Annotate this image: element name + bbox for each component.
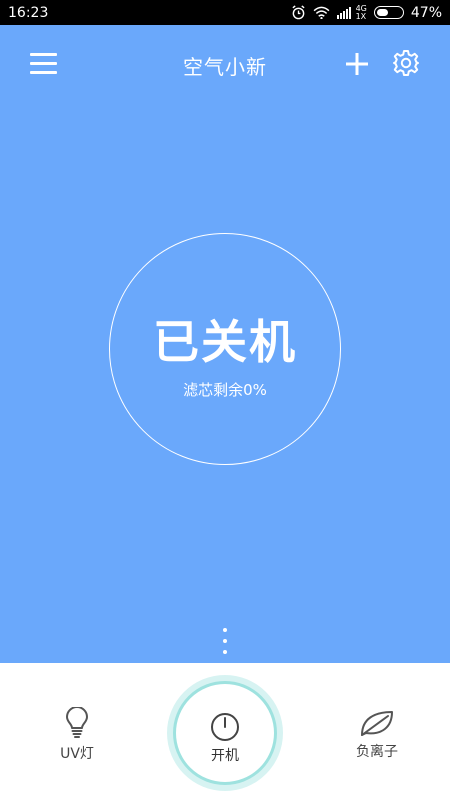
negative-ion-button[interactable]: 负离子 (341, 709, 413, 761)
bulb-icon (66, 707, 88, 738)
power-on-label: 开机 (211, 748, 239, 764)
wifi-icon (313, 6, 329, 19)
network-type-2: 1X (355, 11, 367, 21)
gear-icon (393, 50, 419, 76)
app-header: 空气小新 (0, 25, 450, 101)
network-type: 4G 1X (355, 4, 367, 21)
uv-lamp-label: UV灯 (60, 746, 94, 762)
filter-remaining-text: 滤芯剩余0% (183, 381, 267, 399)
status-icons: 4G 1X 47% (291, 4, 442, 21)
negative-ion-label: 负离子 (356, 744, 398, 760)
uv-lamp-button[interactable]: UV灯 (45, 707, 109, 763)
power-on-button[interactable]: 开机 (176, 684, 274, 782)
status-time: 16:23 (8, 4, 49, 21)
plus-icon (346, 53, 368, 75)
status-bar: 16:23 4G 1X 47% (0, 0, 450, 25)
more-options-button[interactable] (219, 626, 231, 658)
alarm-icon (292, 5, 305, 20)
settings-button[interactable] (392, 49, 420, 77)
leaf-icon (361, 711, 393, 736)
power-button-ring: 开机 (173, 681, 277, 785)
add-device-button[interactable] (344, 51, 370, 77)
signal-icon (336, 6, 351, 19)
status-circle: 已关机 滤芯剩余0% (109, 233, 341, 465)
power-icon (211, 713, 239, 741)
battery-icon (373, 6, 404, 19)
app-title: 空气小新 (183, 55, 267, 79)
power-button-halo: 开机 (167, 675, 283, 791)
battery-percent: 47% (410, 4, 442, 21)
power-state-text: 已关机 (153, 315, 297, 369)
